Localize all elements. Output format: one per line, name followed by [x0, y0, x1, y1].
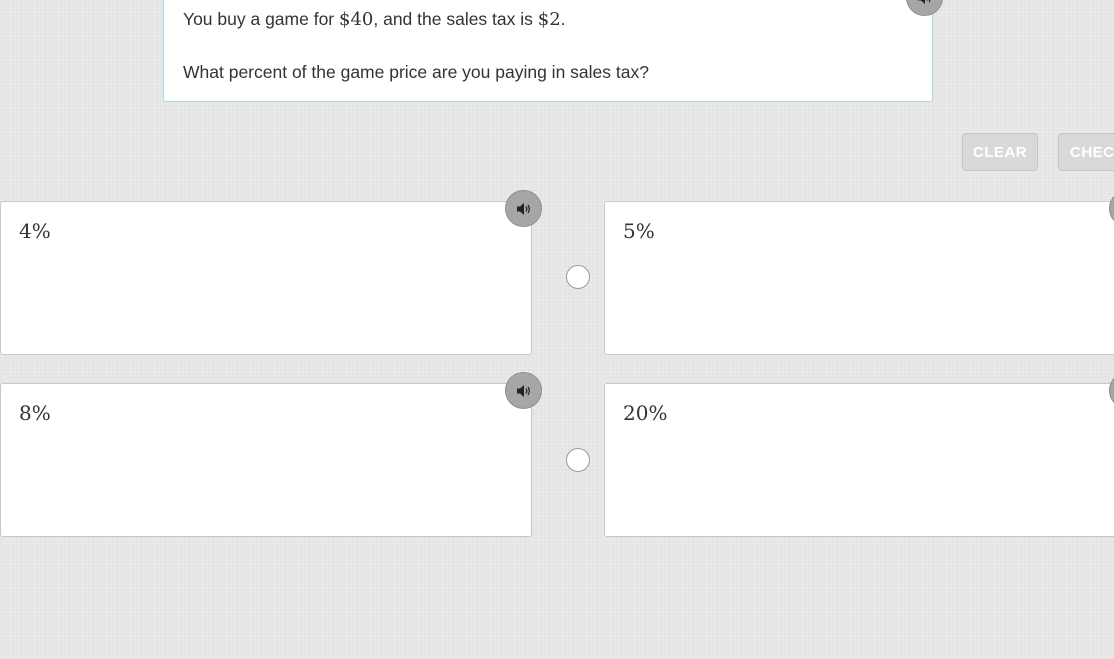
question-text-line2: What percent of the game price are you p… [183, 62, 649, 82]
speaker-icon [917, 0, 930, 4]
sales-tax-amount: $2 [537, 9, 561, 30]
choice-card-a[interactable]: 4% [0, 201, 532, 355]
speaker-icon [516, 384, 530, 397]
choice-d-text: 20% [623, 401, 668, 425]
choice-b-text: 5% [623, 219, 655, 243]
choice-radio-bottom[interactable] [566, 448, 590, 472]
speaker-icon [516, 202, 530, 215]
question-text-line1: You buy a game for $40, and the sales ta… [183, 9, 566, 30]
choice-a-text: 4% [19, 219, 51, 243]
choice-card-d[interactable]: 20% [604, 383, 1114, 537]
question-prefix: You buy a game for [183, 9, 339, 29]
choice-card-b[interactable]: 5% [604, 201, 1114, 355]
clear-button[interactable]: CLEAR [962, 133, 1038, 171]
question-middle: , and the sales tax is [373, 9, 538, 29]
question-box: You buy a game for $40, and the sales ta… [163, 0, 933, 102]
choice-c-text: 8% [19, 401, 51, 425]
choice-c-audio-button[interactable] [505, 372, 542, 409]
game-price: $40 [339, 9, 374, 30]
check-button[interactable]: CHECK [1058, 133, 1114, 171]
question-suffix: . [560, 9, 566, 29]
choice-a-audio-button[interactable] [505, 190, 542, 227]
choice-radio-top[interactable] [566, 265, 590, 289]
choice-card-c[interactable]: 8% [0, 383, 532, 537]
